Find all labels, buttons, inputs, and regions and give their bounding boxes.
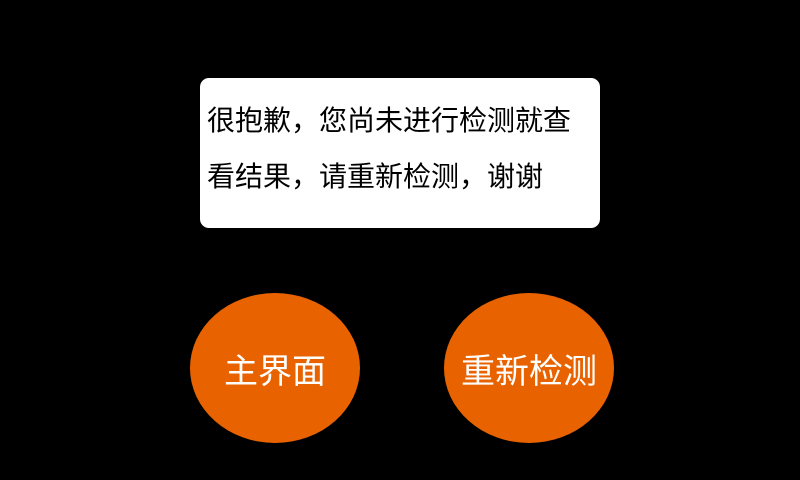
- home-button[interactable]: 主界面: [190, 293, 360, 443]
- message-dialog: [200, 78, 600, 228]
- message-text-line-2: 看结果，请重新检测，谢谢: [207, 160, 544, 193]
- app-screen: 很抱歉，您尚未进行检测就查 看结果，请重新检测，谢谢 主界面 重新检测: [0, 0, 800, 480]
- message-text-line-1: 很抱歉，您尚未进行检测就查: [207, 104, 572, 137]
- retest-button[interactable]: 重新检测: [444, 293, 614, 443]
